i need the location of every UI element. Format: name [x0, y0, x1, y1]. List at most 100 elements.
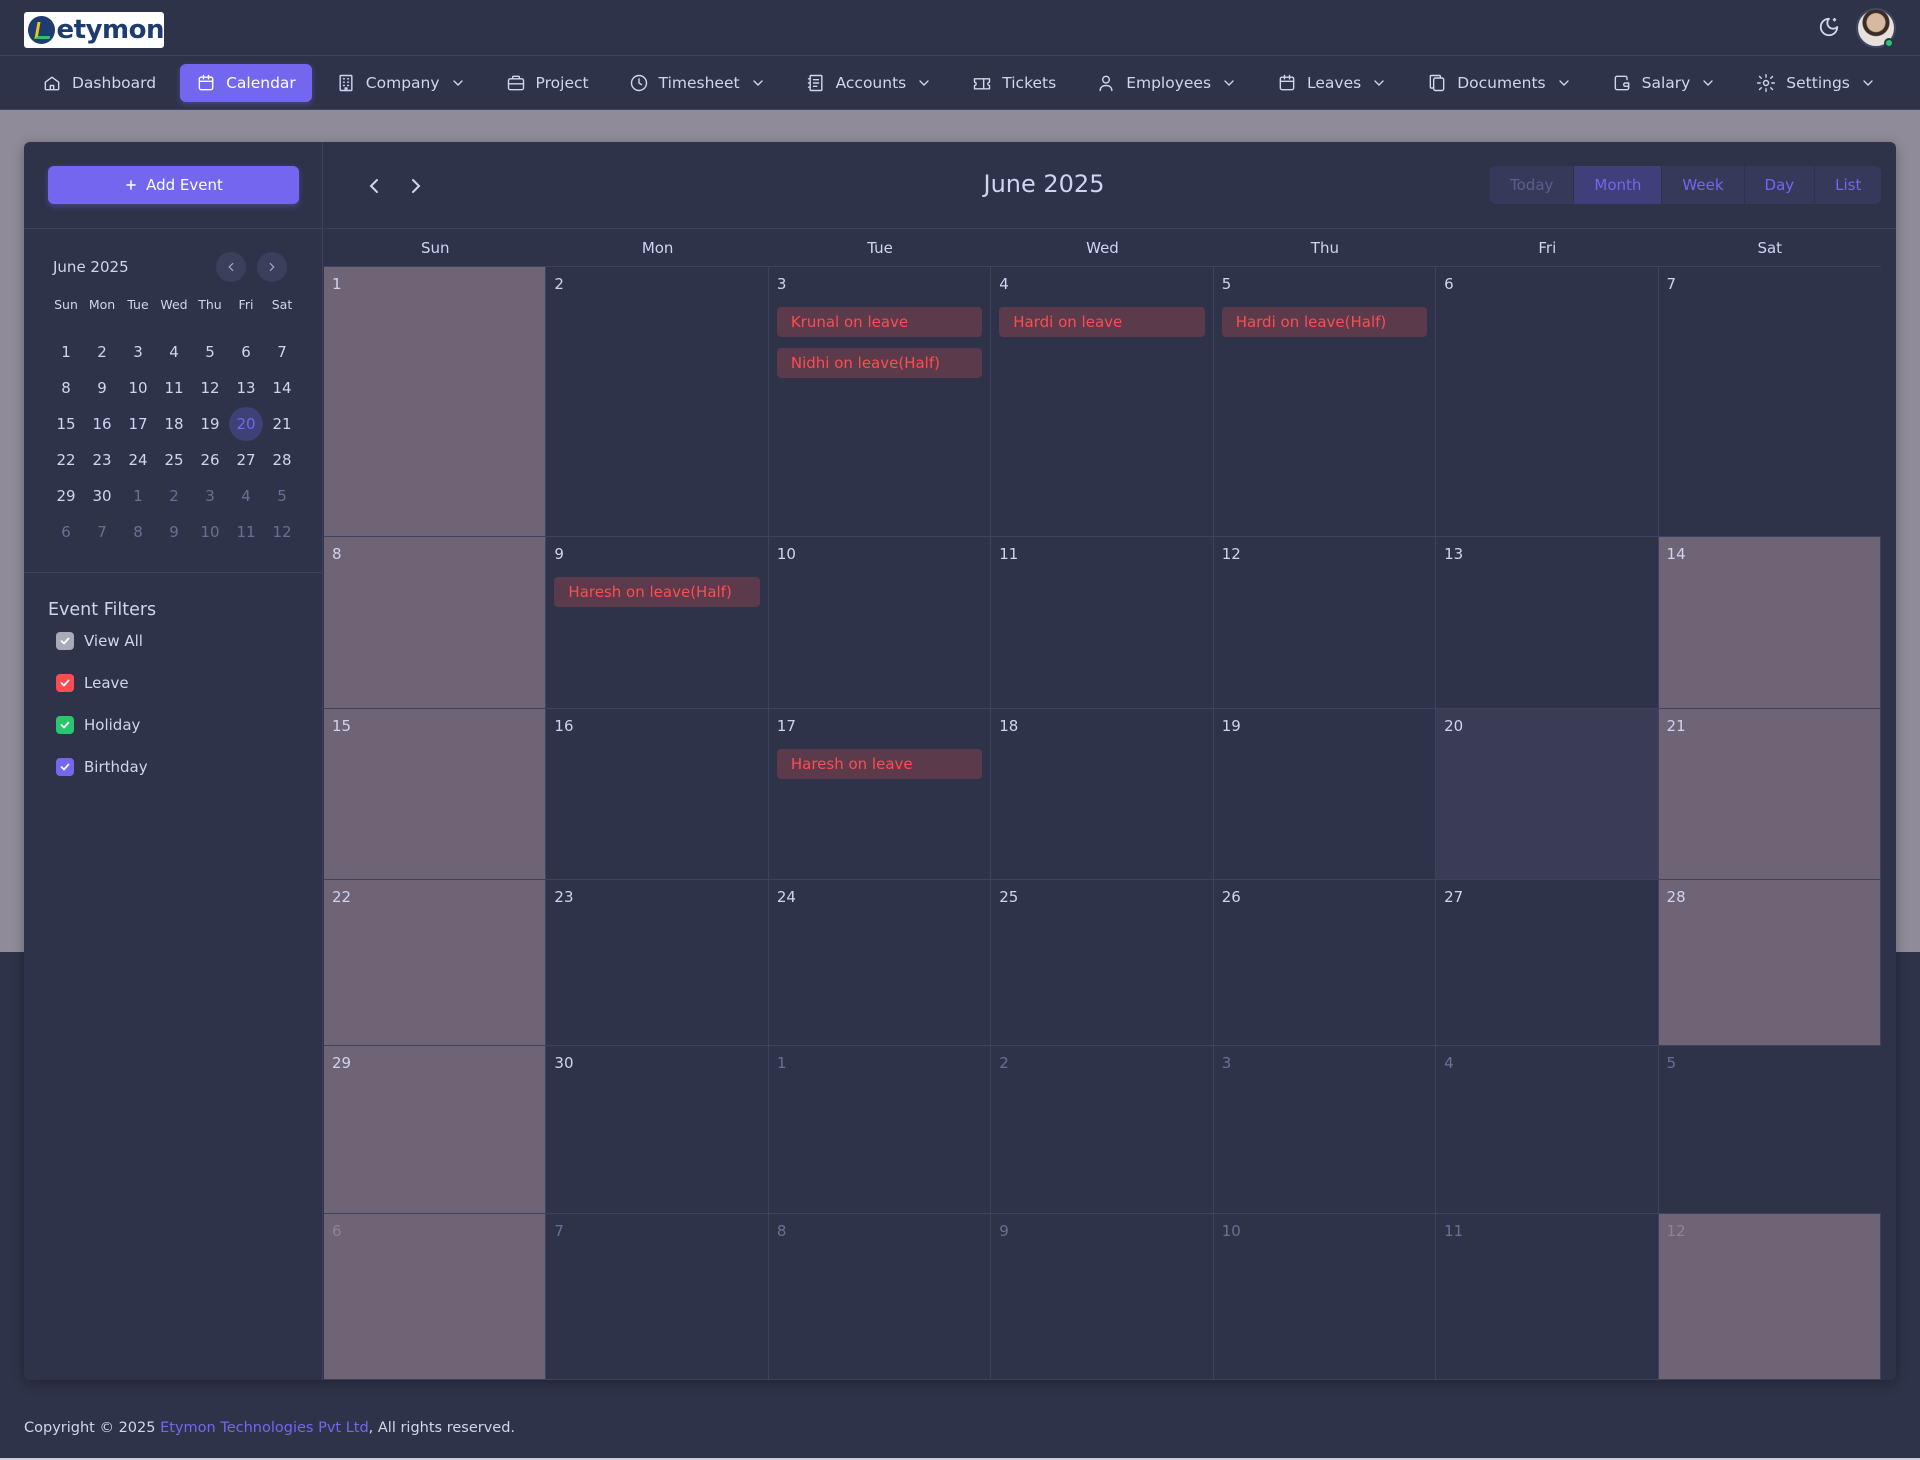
day-cell[interactable]: 21 — [1658, 709, 1881, 879]
leave-event[interactable]: Nidhi on leave(Half) — [776, 348, 983, 378]
mini-day[interactable]: 12 — [265, 515, 299, 549]
footer-company-link[interactable]: Etymon Technologies Pvt Ltd — [160, 1420, 369, 1436]
mini-day[interactable]: 3 — [193, 479, 227, 513]
leave-event[interactable]: Haresh on leave(Half) — [554, 577, 760, 607]
leave-event[interactable]: Krunal on leave — [776, 307, 983, 337]
day-cell[interactable]: 11 — [1436, 1214, 1659, 1379]
filter-checkbox[interactable] — [56, 674, 74, 692]
day-cell[interactable]: 5 Hardi on leave(Half) — [1214, 267, 1437, 536]
day-cell[interactable]: 16 — [546, 709, 769, 879]
day-cell[interactable]: 6 — [1436, 267, 1659, 536]
filter-checkbox[interactable] — [56, 632, 74, 650]
mini-day[interactable]: 6 — [229, 335, 263, 369]
view-list-button[interactable]: List — [1815, 166, 1882, 204]
day-cell[interactable]: 29 — [324, 1046, 547, 1213]
day-cell[interactable]: 2 — [546, 267, 769, 536]
mini-day[interactable]: 29 — [49, 479, 83, 513]
mini-day[interactable]: 21 — [265, 407, 299, 441]
mini-day[interactable]: 9 — [157, 515, 191, 549]
calendar-next-button[interactable] — [404, 174, 428, 198]
mini-day[interactable]: 30 — [85, 479, 119, 513]
mini-day[interactable]: 4 — [229, 479, 263, 513]
mini-day[interactable]: 8 — [49, 371, 83, 405]
day-cell[interactable]: 26 — [1214, 880, 1437, 1045]
logo[interactable]: etymon — [24, 12, 165, 48]
mini-day[interactable]: 20 — [229, 407, 263, 441]
day-cell[interactable]: 5 — [1659, 1046, 1881, 1213]
nav-item-dashboard[interactable]: Dashboard — [26, 64, 172, 102]
mini-day[interactable]: 16 — [85, 407, 119, 441]
day-cell[interactable]: 11 — [991, 537, 1214, 708]
day-cell[interactable]: 24 — [769, 880, 992, 1045]
nav-item-accounts[interactable]: Accounts — [790, 64, 949, 102]
view-month-button[interactable]: Month — [1574, 166, 1663, 204]
day-cell[interactable]: 23 — [546, 880, 769, 1045]
mini-day[interactable]: 1 — [49, 335, 83, 369]
mini-day[interactable]: 11 — [229, 515, 263, 549]
filter-birthday[interactable]: Birthday — [56, 758, 148, 776]
mini-day[interactable]: 10 — [121, 371, 155, 405]
mini-day[interactable]: 3 — [121, 335, 155, 369]
day-cell[interactable]: 8 — [769, 1214, 992, 1379]
day-cell[interactable]: 3 Krunal on leave Nidhi on leave(Half) — [769, 267, 992, 536]
nav-item-project[interactable]: Project — [490, 64, 605, 102]
day-cell[interactable]: 27 — [1436, 880, 1659, 1045]
mini-day[interactable]: 17 — [121, 407, 155, 441]
mini-day[interactable]: 22 — [49, 443, 83, 477]
day-cell[interactable]: 13 — [1436, 537, 1659, 708]
mini-day[interactable]: 7 — [265, 335, 299, 369]
day-cell[interactable]: 28 — [1658, 880, 1881, 1045]
mini-day[interactable]: 5 — [193, 335, 227, 369]
mini-day[interactable]: 12 — [193, 371, 227, 405]
leave-event[interactable]: Hardi on leave — [999, 307, 1205, 337]
mini-day[interactable]: 6 — [49, 515, 83, 549]
mini-day[interactable]: 23 — [85, 443, 119, 477]
day-cell[interactable]: 22 — [324, 880, 547, 1045]
day-cell[interactable]: 9 — [991, 1214, 1214, 1379]
calendar-prev-button[interactable] — [362, 174, 386, 198]
mini-day[interactable]: 10 — [193, 515, 227, 549]
day-cell[interactable]: 17 Haresh on leave — [769, 709, 992, 879]
day-cell[interactable]: 14 — [1658, 537, 1881, 708]
leave-event[interactable]: Haresh on leave — [776, 749, 983, 779]
day-cell[interactable]: 10 — [769, 537, 992, 708]
filter-checkbox[interactable] — [56, 716, 74, 734]
mini-calendar-prev-button[interactable] — [216, 252, 246, 282]
mini-day[interactable]: 28 — [265, 443, 299, 477]
filter-view-all[interactable]: View All — [56, 632, 143, 650]
nav-item-settings[interactable]: Settings — [1740, 64, 1892, 102]
mini-day[interactable]: 4 — [157, 335, 191, 369]
day-cell[interactable]: 25 — [991, 880, 1214, 1045]
mini-day[interactable]: 26 — [193, 443, 227, 477]
day-cell[interactable]: 8 — [324, 537, 547, 708]
view-day-button[interactable]: Day — [1744, 166, 1816, 204]
mini-day[interactable]: 19 — [193, 407, 227, 441]
day-cell[interactable]: 12 — [1214, 537, 1437, 708]
mini-day[interactable]: 24 — [121, 443, 155, 477]
day-cell[interactable]: 12 — [1658, 1214, 1881, 1379]
day-cell[interactable]: 9 Haresh on leave(Half) — [546, 537, 769, 708]
mini-day[interactable]: 2 — [85, 335, 119, 369]
filter-holiday[interactable]: Holiday — [56, 716, 140, 734]
nav-item-leaves[interactable]: Leaves — [1261, 64, 1403, 102]
nav-item-company[interactable]: Company — [320, 64, 482, 102]
filter-leave[interactable]: Leave — [56, 674, 129, 692]
view-today-button[interactable]: Today — [1490, 166, 1575, 204]
nav-item-documents[interactable]: Documents — [1411, 64, 1587, 102]
day-cell[interactable]: 4 Hardi on leave — [991, 267, 1214, 536]
filter-checkbox[interactable] — [56, 758, 74, 776]
day-cell[interactable]: 1 — [324, 267, 547, 536]
day-cell[interactable]: 18 — [991, 709, 1214, 879]
day-cell[interactable]: 3 — [1214, 1046, 1437, 1213]
day-cell[interactable]: 10 — [1214, 1214, 1437, 1379]
mini-day[interactable]: 8 — [121, 515, 155, 549]
nav-item-tickets[interactable]: Tickets — [956, 64, 1072, 102]
mini-day[interactable]: 18 — [157, 407, 191, 441]
day-cell[interactable]: 7 — [546, 1214, 769, 1379]
theme-toggle-icon[interactable] — [1818, 16, 1840, 38]
mini-calendar-next-button[interactable] — [257, 252, 287, 282]
mini-day[interactable]: 1 — [121, 479, 155, 513]
leave-event[interactable]: Hardi on leave(Half) — [1221, 307, 1428, 337]
day-cell[interactable]: 30 — [546, 1046, 769, 1213]
day-cell[interactable]: 1 — [769, 1046, 992, 1213]
